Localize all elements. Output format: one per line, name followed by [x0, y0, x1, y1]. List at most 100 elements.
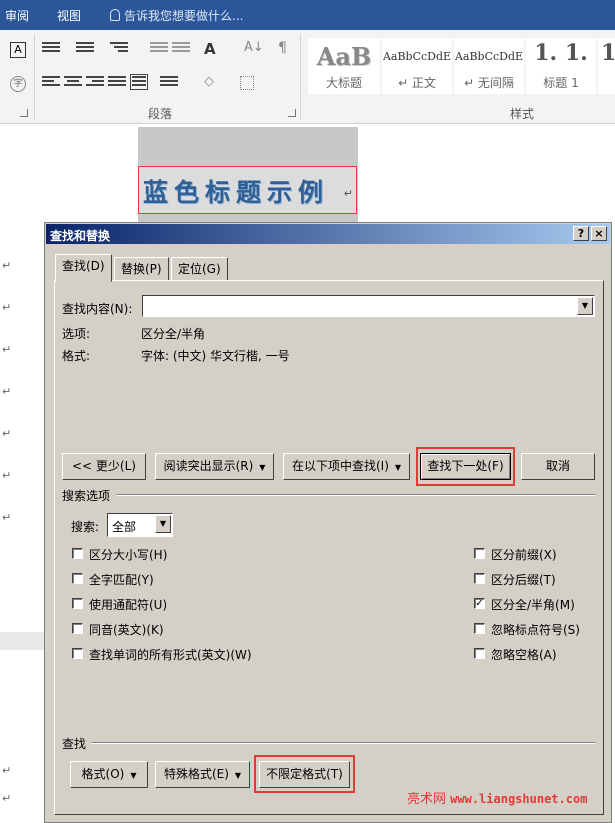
checkbox-label: 全字匹配(Y) — [89, 573, 154, 587]
tab-replace[interactable]: 替换(P) — [114, 257, 169, 281]
checkbox-box[interactable] — [474, 623, 485, 634]
options-label: 选项: — [62, 327, 91, 341]
multilevel-list-icon[interactable] — [110, 42, 128, 58]
section-divider — [91, 742, 595, 744]
dialog-title-bar[interactable]: 查找和替换 ? × — [46, 224, 610, 244]
style-no-spacing[interactable]: AaBbCcDdE ↵ 无间隔 — [454, 38, 524, 94]
bullets-icon[interactable] — [42, 42, 60, 58]
character-border-icon[interactable]: A — [10, 42, 26, 58]
ribbon-tab-bar: 审阅 视图 告诉我您想要做什么... — [0, 0, 615, 30]
tab-find[interactable]: 查找(D) — [55, 254, 112, 282]
find-section-title: 查找 — [62, 737, 87, 751]
format-button[interactable]: 格式(O) ▼ — [70, 761, 148, 788]
paragraph-mark: ↵ — [2, 511, 12, 524]
search-direction-value: 全部 — [112, 520, 137, 534]
page-break-band — [0, 632, 45, 650]
search-direction-select[interactable]: 全部 ▼ — [107, 513, 173, 537]
align-left-icon[interactable] — [42, 76, 60, 92]
checkbox-label: 区分全/半角(M) — [491, 598, 575, 612]
paragraph-mark: ↵ — [343, 187, 353, 200]
align-right-icon[interactable] — [86, 76, 104, 92]
checkbox-box[interactable]: ✓ — [474, 598, 485, 609]
special-button-label: 特殊格式(E) — [163, 767, 229, 781]
section-divider — [117, 494, 595, 496]
checkbox-label: 同音(英文)(K) — [89, 623, 164, 637]
reading-highlight-button[interactable]: 阅读突出显示(R) ▼ — [155, 453, 274, 480]
sample-title-highlight: 蓝色标题示例 ↵ — [138, 166, 357, 214]
checkbox-box[interactable] — [72, 548, 83, 559]
dialog-title: 查找和替换 — [50, 229, 111, 243]
close-button[interactable]: × — [591, 226, 607, 241]
style-name: ↵ 无间隔 — [464, 76, 514, 90]
checkbox-box[interactable] — [72, 623, 83, 634]
search-label: 搜索: — [71, 520, 100, 534]
sample-title-text: 蓝色标题示例 — [143, 178, 330, 207]
ribbon-separator — [300, 34, 301, 120]
style-big-title[interactable]: AaB 大标题 — [308, 38, 380, 94]
help-button[interactable]: ? — [573, 226, 589, 241]
decrease-indent-icon[interactable] — [150, 42, 168, 58]
tab-goto[interactable]: 定位(G) — [171, 257, 228, 281]
style-preview: AaBbCcDdE — [382, 50, 452, 63]
justify-icon[interactable] — [108, 76, 126, 92]
paragraph-launcher-icon[interactable] — [288, 109, 296, 117]
checkbox-box[interactable] — [474, 648, 485, 659]
find-what-label: 查找内容(N): — [62, 302, 133, 316]
distributed-icon[interactable] — [130, 74, 148, 90]
increase-indent-icon[interactable] — [172, 42, 190, 58]
special-button[interactable]: 特殊格式(E) ▼ — [155, 761, 250, 788]
chevron-down-icon[interactable]: ▼ — [577, 297, 593, 315]
find-next-button[interactable]: 查找下一处(F) — [420, 453, 511, 480]
chevron-down-icon[interactable]: ▼ — [155, 515, 171, 533]
chevron-down-icon: ▼ — [130, 771, 137, 780]
tab-review[interactable]: 审阅 — [5, 7, 29, 24]
numbering-icon[interactable] — [76, 42, 94, 58]
chinese-layout-icon[interactable]: A — [204, 40, 222, 58]
style-normal[interactable]: AaBbCcDdE ↵ 正文 — [382, 38, 452, 94]
less-button[interactable]: << 更少(L) — [62, 453, 146, 480]
ribbon-separator — [34, 34, 35, 120]
sort-icon[interactable]: A↓ — [244, 40, 264, 56]
shading-icon[interactable]: ◇ — [204, 74, 222, 90]
find-what-field[interactable]: ▼ — [142, 295, 595, 317]
styles-group-label: 样式 — [510, 107, 535, 121]
style-heading-1[interactable]: 1. 1. 标题 1 — [526, 38, 596, 94]
find-in-button[interactable]: 在以下项中查找(I) ▼ — [283, 453, 410, 480]
style-name: 标题 1 — [543, 76, 579, 90]
checkbox-label: 区分大小写(H) — [89, 548, 168, 562]
enclose-character-icon[interactable]: 字 — [10, 76, 26, 92]
paragraph-group-label: 段落 — [148, 107, 173, 121]
paragraph-mark: ↵ — [2, 259, 12, 272]
align-center-icon[interactable] — [64, 76, 82, 92]
ribbon: A 字 A A↓ ¶ ◇ 段落 AaB 大标题 AaBbCcDdE ↵ 正文 A… — [0, 30, 615, 124]
paragraph-mark: ↵ — [2, 343, 12, 356]
checkbox-box[interactable] — [72, 648, 83, 659]
paragraph-mark: ↵ — [2, 385, 12, 398]
checkbox-label: 区分后缀(T) — [491, 573, 556, 587]
tell-me-text: 告诉我您想要做什么... — [124, 9, 244, 23]
checkbox-label: 查找单词的所有形式(英文)(W) — [89, 648, 252, 662]
checkbox-box[interactable] — [474, 548, 485, 559]
checkbox-box[interactable] — [72, 598, 83, 609]
style-preview: AaB — [316, 42, 372, 71]
checkbox-label: 区分前缀(X) — [491, 548, 557, 562]
find-what-input[interactable] — [145, 298, 575, 314]
checkbox-label: 忽略空格(A) — [491, 648, 557, 662]
chevron-down-icon: ▼ — [394, 463, 402, 472]
paragraph-mark: ↵ — [2, 792, 12, 805]
tell-me-box[interactable]: 告诉我您想要做什么... — [110, 7, 243, 24]
checkbox-box[interactable] — [72, 573, 83, 584]
tab-view[interactable]: 视图 — [57, 7, 81, 24]
style-preview: 1. 1. — [534, 40, 588, 66]
borders-icon[interactable] — [240, 76, 254, 90]
paragraph-mark: ↵ — [2, 764, 12, 777]
checkbox-box[interactable] — [474, 573, 485, 584]
line-spacing-icon[interactable] — [160, 76, 178, 92]
cancel-button[interactable]: 取消 — [521, 453, 595, 480]
font-launcher-icon[interactable] — [20, 109, 28, 117]
no-formatting-button[interactable]: 不限定格式(T) — [259, 761, 350, 788]
chevron-down-icon: ▼ — [234, 771, 242, 780]
format-value: 字体: (中文) 华文行楷, 一号 — [141, 349, 290, 363]
show-marks-icon[interactable]: ¶ — [278, 40, 296, 56]
style-heading-2[interactable]: 1 — [598, 38, 615, 94]
